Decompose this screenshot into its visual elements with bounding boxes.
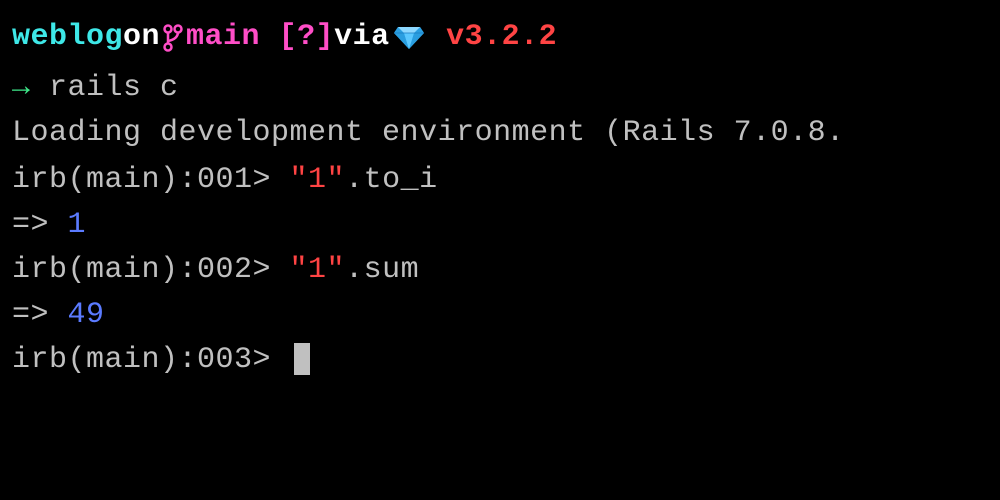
on-label: on	[123, 15, 160, 60]
irb-prompt-3: irb(main):003>	[12, 343, 290, 377]
irb-prompt-2: irb(main):002>	[12, 253, 290, 287]
string-literal-1: "1"	[290, 163, 346, 197]
git-branch-icon	[162, 23, 184, 53]
directory-name: weblog	[12, 15, 123, 60]
shell-prompt-line: weblog on main [?] via v3.2.2	[12, 15, 988, 60]
cursor-icon	[294, 343, 310, 375]
ruby-diamond-icon	[394, 25, 424, 51]
irb-prompt-1: irb(main):001>	[12, 163, 290, 197]
git-status: [?]	[279, 15, 335, 60]
irb-line-2: irb(main):002> "1".sum	[12, 248, 988, 293]
result-line-2: => 49	[12, 293, 988, 338]
result-arrow-2: =>	[12, 298, 68, 332]
prompt-arrow: →	[12, 71, 49, 105]
string-literal-2: "1"	[290, 253, 346, 287]
method-call-1: .to_i	[345, 163, 438, 197]
result-value-1: 1	[68, 208, 87, 242]
loading-output: Loading development environment (Rails 7…	[12, 111, 988, 156]
result-arrow-1: =>	[12, 208, 68, 242]
method-call-2: .sum	[345, 253, 419, 287]
command-text: rails c	[49, 71, 179, 105]
via-label: via	[334, 15, 390, 60]
result-value-2: 49	[68, 298, 105, 332]
ruby-version: v3.2.2	[446, 15, 557, 60]
git-branch-name: main	[186, 15, 260, 60]
irb-line-3[interactable]: irb(main):003>	[12, 338, 988, 383]
result-line-1: => 1	[12, 203, 988, 248]
command-line[interactable]: → rails c	[12, 66, 988, 111]
irb-line-1: irb(main):001> "1".to_i	[12, 158, 988, 203]
